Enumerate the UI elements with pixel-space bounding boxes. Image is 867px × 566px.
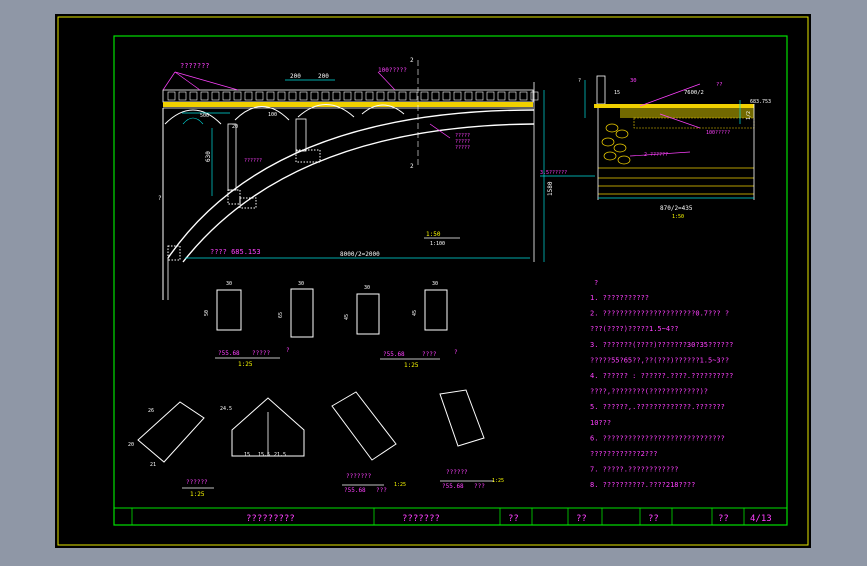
cad-viewport: ??????? 100????? 200 200 100 500 630 158… — [0, 0, 867, 562]
block-dim: 65 — [278, 312, 284, 318]
elevation-label: ???? 685.153 — [210, 248, 261, 256]
deck-layer — [163, 102, 533, 107]
note-line: 8. ??????????.????218???? — [590, 481, 695, 489]
project-name: ??????? — [402, 514, 440, 524]
section-label: 7600/2 — [684, 90, 704, 96]
note-line: 7. ?????.???????????? — [590, 466, 679, 474]
note-line: ?????55?65??,??(???)??????1.5~3?? — [590, 356, 729, 364]
scale-sub: 1:100 — [430, 241, 445, 247]
title-cell: ?? — [576, 514, 587, 524]
voussoir-scale: 1:25 — [394, 482, 406, 488]
dim-label: 1580 — [547, 181, 554, 196]
note-line: ???(????)?????1.5~4?? — [590, 325, 679, 333]
section-fill — [620, 108, 754, 118]
voussoir-caption: ?????? — [186, 479, 208, 486]
section-label: 2 ?????? — [644, 152, 668, 158]
dim-label: 200 — [318, 73, 329, 80]
note-line: 3. ???????(????)???????30?35?????? — [590, 341, 733, 349]
section-label: ?? — [716, 82, 723, 88]
voussoir-caption: ?55.68 — [442, 483, 464, 490]
block-dim: 45 — [412, 310, 418, 316]
section-label: ? — [578, 78, 581, 84]
dim-label: 630 — [205, 151, 212, 162]
note-line: 5. ??????,.?????????????.??????? — [590, 403, 725, 411]
elevation-scale: 1:50 — [426, 231, 441, 238]
notes-header: ? — [594, 279, 598, 287]
voussoir-dim: 24.5 — [220, 406, 232, 412]
note-line: 1. ??????????? — [590, 294, 649, 302]
block-caption: ? — [454, 349, 458, 356]
note-line: 2. ??????????????????????0.7??? ? — [590, 310, 729, 318]
section-scale: 1:50 — [672, 214, 684, 220]
title-cell: ?? — [508, 514, 519, 524]
section-mark: 2 — [410, 57, 414, 64]
block-scale: 1:25 — [404, 362, 419, 369]
block-dim: 30 — [364, 285, 370, 291]
voussoir-caption: ?????? — [446, 469, 468, 476]
voussoir-scale: 1:25 — [492, 478, 504, 484]
section-label: 1/2 — [746, 111, 752, 120]
block-caption: ?55.68 — [218, 350, 240, 357]
block-scale: 1:25 — [238, 361, 253, 368]
note-line: 10??? — [590, 419, 611, 427]
section-label: 683.753 — [750, 99, 771, 105]
section-bottom-dim: 870/2=435 — [660, 205, 693, 212]
note-label: ????? — [455, 145, 470, 151]
elevation-top-label: ??????? — [180, 62, 210, 70]
block-caption: ????? — [252, 350, 270, 357]
drawing-title: ????????? — [246, 514, 295, 524]
section-label: 30 — [630, 78, 637, 84]
block-dim: 50 — [204, 310, 210, 316]
dim-label: 20 — [232, 124, 238, 130]
note-line: 6. ????????????????????????????? — [590, 434, 725, 442]
dim-label: 500 — [200, 113, 209, 119]
note-label: ?????? — [244, 158, 262, 164]
block-caption: ???? — [422, 351, 437, 358]
section-deck — [594, 104, 754, 108]
section-label: 3.5?????? — [540, 170, 567, 176]
title-cell: ?? — [648, 514, 659, 524]
section-label: 100????? — [706, 130, 730, 136]
mark-label: ? — [158, 195, 162, 202]
voussoir-caption: ??????? — [346, 473, 372, 480]
voussoir-dim: 21.5 — [274, 452, 286, 458]
sheet-number: 4/13 — [750, 514, 772, 524]
voussoir-caption: ?55.68 — [344, 487, 366, 494]
section-mark: 2 — [410, 163, 414, 170]
block-dim: 30 — [298, 281, 304, 287]
title-cell: ?? — [718, 514, 729, 524]
voussoir-caption: ??? — [474, 483, 485, 490]
elevation-right-top-label: 100????? — [378, 67, 407, 74]
voussoir-dim: 15.5 — [258, 452, 270, 458]
note-line: ????????????2??? — [590, 450, 657, 458]
voussoir-dim: 15 — [244, 452, 250, 458]
voussoir-dim: 21 — [150, 462, 156, 468]
note-line: ????,????????(????????????)? — [590, 388, 708, 396]
block-dim: 30 — [432, 281, 438, 287]
voussoir-dim: 20 — [128, 442, 134, 448]
note-line: 4. ?????? : ??????.????.?????????? — [590, 372, 733, 380]
dim-label: 200 — [290, 73, 301, 80]
span-label: 8000/2=2000 — [340, 251, 380, 258]
block-dim: 30 — [226, 281, 232, 287]
block-caption: ?55.68 — [383, 351, 405, 358]
voussoir-dim: 26 — [148, 408, 154, 414]
voussoir-scale: 1:25 — [190, 491, 205, 498]
block-caption: ? — [286, 347, 290, 354]
dim-label: 100 — [268, 112, 277, 118]
block-dim: 45 — [344, 314, 350, 320]
drawing-canvas: ??????? 100????? 200 200 100 500 630 158… — [55, 14, 811, 548]
voussoir-caption: ??? — [376, 487, 387, 494]
section-label: 15 — [614, 90, 620, 96]
